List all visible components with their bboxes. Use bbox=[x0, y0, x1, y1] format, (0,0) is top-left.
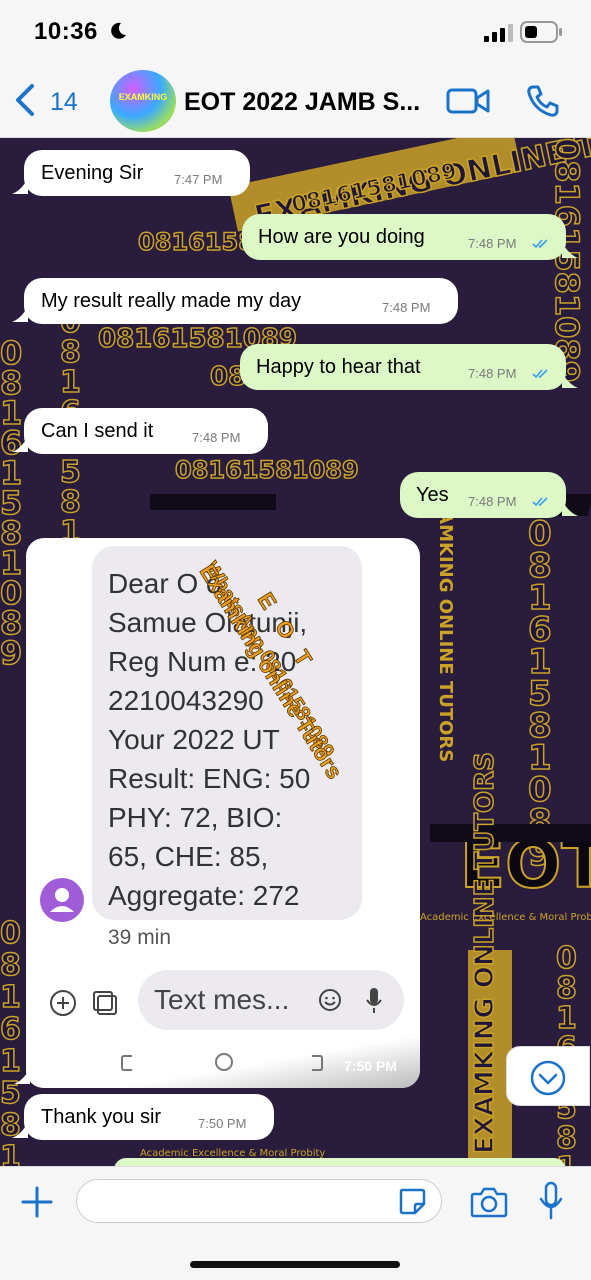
message-time: 7:47 PM bbox=[174, 172, 223, 187]
add-circle-icon bbox=[50, 990, 76, 1016]
battery-icon bbox=[520, 21, 562, 43]
message-text: Yes bbox=[416, 484, 449, 506]
message-text: How are you doing bbox=[258, 226, 425, 248]
back-chevron-icon[interactable] bbox=[12, 82, 38, 118]
read-receipt-icon bbox=[532, 497, 548, 507]
message-text: Thank you sir bbox=[41, 1106, 162, 1128]
read-receipt-icon bbox=[532, 369, 548, 379]
emoji-icon bbox=[319, 989, 341, 1011]
plus-icon[interactable] bbox=[20, 1185, 54, 1219]
sms-line: 2210043290 bbox=[108, 685, 264, 716]
voice-call-icon[interactable] bbox=[526, 84, 560, 118]
message-outgoing[interactable]: Happy to hear that 7:48 PM bbox=[240, 344, 566, 390]
message-time: 7:50 PM bbox=[344, 1058, 397, 1074]
status-time: 10:36 bbox=[34, 18, 98, 45]
sms-input-placeholder: Text mes... bbox=[154, 984, 290, 1015]
group-avatar[interactable]: EXAMKING bbox=[110, 70, 176, 132]
message-composer bbox=[0, 1166, 591, 1280]
unread-count[interactable]: 14 bbox=[50, 88, 78, 117]
sticker-icon[interactable] bbox=[397, 1186, 427, 1216]
chat-header: 14 EXAMKING EOT 2022 JAMB S... bbox=[0, 60, 591, 138]
bg-phone-text: 08161581089 bbox=[174, 455, 359, 485]
scroll-to-bottom-button[interactable] bbox=[506, 1046, 590, 1106]
bubble-tail bbox=[12, 1122, 28, 1138]
sms-contact-avatar bbox=[40, 878, 84, 922]
message-incoming[interactable]: Can I send it 7:48 PM bbox=[24, 408, 268, 454]
message-outgoing[interactable]: How are you doing 7:48 PM bbox=[242, 214, 566, 260]
gallery-icon bbox=[93, 991, 117, 1015]
sms-age: 39 min bbox=[108, 926, 172, 949]
video-call-icon[interactable] bbox=[446, 86, 490, 116]
avatar-text: EXAMKING bbox=[118, 92, 168, 102]
moon-icon bbox=[111, 22, 126, 39]
read-receipt-icon bbox=[532, 239, 548, 249]
mic-icon bbox=[366, 988, 382, 1013]
bg-phone-vertical: 08161581089 bbox=[527, 514, 552, 874]
message-text: Happy to hear that bbox=[256, 356, 421, 378]
sms-input-box: Text mes... bbox=[138, 970, 404, 1030]
camera-icon[interactable] bbox=[470, 1185, 508, 1219]
bubble-tail bbox=[14, 1068, 30, 1084]
sms-line: Aggregate: 272 bbox=[108, 880, 300, 911]
message-incoming[interactable]: My result really made my day 7:48 PM bbox=[24, 278, 458, 324]
message-text: Evening Sir bbox=[41, 162, 144, 184]
message-text: My result really made my day bbox=[41, 290, 302, 312]
message-incoming[interactable]: Thank you sir 7:50 PM bbox=[24, 1094, 274, 1140]
bubble-tail bbox=[12, 178, 28, 194]
message-outgoing[interactable]: Yes 7:48 PM bbox=[400, 472, 566, 518]
bg-brand-vertical: EXAMKING ONLINE TUTORS bbox=[469, 751, 501, 1154]
home-indicator bbox=[190, 1261, 400, 1268]
sms-line: Result: ENG: 50 bbox=[108, 763, 311, 794]
back-nav-icon bbox=[312, 1055, 323, 1071]
home-circle-icon bbox=[215, 1053, 233, 1071]
sms-line: 65, CHE: 85, bbox=[108, 841, 269, 872]
message-incoming[interactable]: Evening Sir 7:47 PM bbox=[24, 150, 250, 196]
bubble-tail bbox=[562, 500, 578, 516]
bubble-tail bbox=[562, 372, 578, 388]
bg-banner bbox=[150, 494, 276, 510]
bubble-tail bbox=[12, 306, 28, 322]
person-icon bbox=[50, 888, 74, 912]
message-time: 7:48 PM bbox=[468, 366, 517, 381]
status-bar: 10:36 bbox=[0, 0, 591, 60]
message-time: 7:48 PM bbox=[382, 300, 431, 315]
message-text: Can I send it bbox=[41, 420, 154, 442]
image-message[interactable]: Dear O o Samue Olatunji, Reg Num e: 20 2… bbox=[26, 538, 420, 1088]
bg-brand-vertical: EXAMKING ONLINE TUTORS bbox=[435, 484, 456, 763]
bubble-tail bbox=[562, 242, 578, 258]
message-time: 7:50 PM bbox=[198, 1116, 247, 1131]
message-time: 7:48 PM bbox=[468, 236, 517, 251]
microphone-icon[interactable] bbox=[538, 1181, 564, 1221]
recent-apps-icon bbox=[121, 1055, 132, 1071]
cellular-signal-icon bbox=[484, 24, 513, 42]
bg-banner bbox=[430, 824, 591, 842]
bg-tagline: Academic Excellence & Moral Probity bbox=[420, 912, 591, 923]
bubble-tail bbox=[12, 436, 28, 452]
sms-line: PHY: 72, BIO: bbox=[108, 802, 283, 833]
message-time: 7:48 PM bbox=[192, 430, 241, 445]
message-time: 7:48 PM bbox=[468, 494, 517, 509]
chevron-down-circle-icon bbox=[530, 1060, 566, 1096]
message-input[interactable] bbox=[76, 1179, 442, 1223]
sms-line: Your 2022 UT bbox=[108, 724, 280, 755]
chat-title[interactable]: EOT 2022 JAMB S... bbox=[184, 88, 420, 117]
